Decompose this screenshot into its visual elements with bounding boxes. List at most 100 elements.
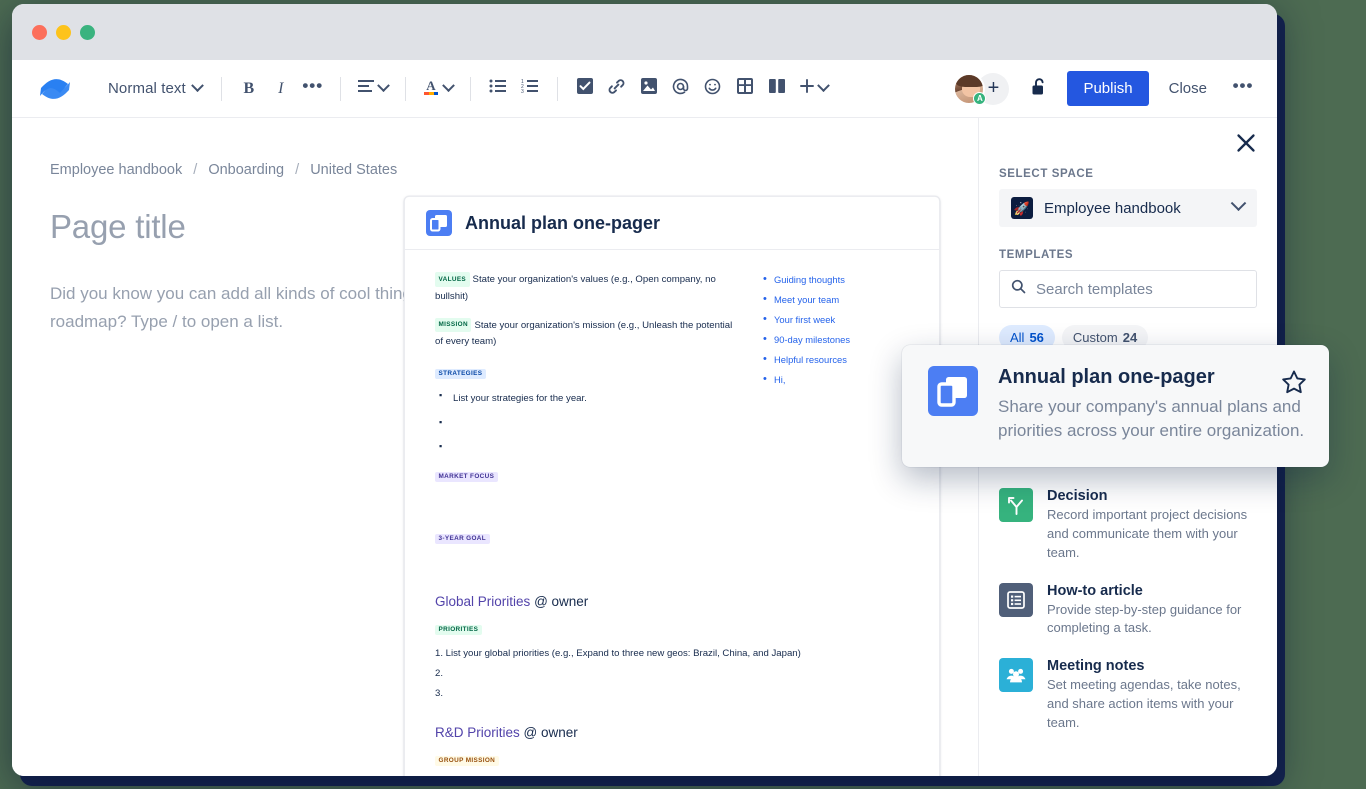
- text-style-label: Normal text: [108, 80, 186, 97]
- template-item-how-to-article[interactable]: How-to article Provide step-by-step guid…: [999, 583, 1257, 639]
- image-button[interactable]: [633, 73, 665, 105]
- close-icon[interactable]: [1233, 130, 1259, 156]
- image-icon: [641, 78, 657, 99]
- list-item: 90-day milestones: [763, 335, 913, 344]
- toolbar-divider: [557, 77, 558, 101]
- selected-space-name: Employee handbook: [1044, 200, 1222, 217]
- rnd-priorities-owner: @ owner: [524, 725, 578, 740]
- mission-text: State your organization's mission (e.g.,…: [435, 320, 732, 348]
- rnd-priorities-heading: R&D Priorities @ owner: [435, 725, 917, 740]
- breadcrumb-item-space[interactable]: Employee handbook: [50, 162, 182, 178]
- link-button[interactable]: [601, 73, 633, 105]
- list-item: Meet your team: [763, 295, 913, 304]
- publish-button[interactable]: Publish: [1067, 71, 1148, 106]
- align-left-icon: [358, 79, 374, 98]
- confluence-logo-icon[interactable]: [38, 74, 72, 104]
- text-style-dropdown[interactable]: Normal text: [98, 73, 210, 105]
- breadcrumb-separator: /: [193, 162, 197, 178]
- window-titlebar: [12, 4, 1277, 60]
- emoji-button[interactable]: [697, 73, 729, 105]
- restrictions-button[interactable]: [1023, 73, 1055, 105]
- list-item: Hi,: [763, 375, 913, 384]
- text-color-dropdown[interactable]: A: [417, 73, 459, 105]
- toolbar-divider: [221, 77, 222, 101]
- layout-icon: [769, 78, 785, 99]
- breadcrumb-item-onboarding[interactable]: Onboarding: [208, 162, 284, 178]
- bullet-list-button[interactable]: [482, 73, 514, 105]
- task-list-button[interactable]: [569, 73, 601, 105]
- how-to-list-icon: [999, 583, 1033, 617]
- preview-rnd-priorities-section: R&D Priorities @ owner GROUP MISSION Add…: [435, 725, 917, 776]
- avatar-status-badge: A: [973, 92, 986, 105]
- list-item: Guiding thoughts: [763, 275, 913, 284]
- list-item: Helpful resources: [763, 355, 913, 364]
- search-input[interactable]: [1036, 281, 1245, 298]
- strategies-lozenge: STRATEGIES: [435, 369, 486, 379]
- mention-button[interactable]: [665, 73, 697, 105]
- tooltip-title: Annual plan one-pager: [998, 366, 1307, 389]
- link-icon: [608, 78, 625, 100]
- space-select-dropdown[interactable]: 🚀 Employee handbook: [999, 189, 1257, 227]
- preview-three-year-goal-block: 3-YEAR GOAL: [435, 530, 735, 548]
- star-outline-icon[interactable]: [1281, 369, 1307, 395]
- filter-pill-label: All: [1010, 330, 1024, 345]
- chevron-down-icon: [193, 84, 202, 93]
- three-year-goal-lozenge: 3-YEAR GOAL: [435, 534, 490, 544]
- page-body-text[interactable]: Did you know you can add all kinds of co…: [50, 280, 445, 335]
- breadcrumb-item-united-states[interactable]: United States: [310, 162, 397, 178]
- italic-label: I: [278, 80, 283, 98]
- list-item: 1. List your global priorities (e.g., Ex…: [435, 648, 917, 659]
- document-editor[interactable]: Employee handbook / Onboarding / United …: [12, 118, 978, 776]
- tooltip-text-block: Annual plan one-pager Share your company…: [998, 366, 1307, 443]
- global-priorities-heading: Global Priorities @ owner: [435, 594, 917, 609]
- group-mission-lozenge: GROUP MISSION: [435, 756, 499, 766]
- toolbar-right-group: A + Publish Close •••: [953, 71, 1259, 106]
- insert-more-dropdown[interactable]: [793, 73, 834, 105]
- template-preview-card: Annual plan one-pager VALUESState your o…: [404, 196, 940, 776]
- preview-market-focus-block: MARKET FOCUS: [435, 468, 735, 486]
- template-hover-tooltip: Annual plan one-pager Share your company…: [902, 345, 1329, 467]
- breadcrumb: Employee handbook / Onboarding / United …: [50, 162, 978, 178]
- layout-button[interactable]: [761, 73, 793, 105]
- templates-label: TEMPLATES: [999, 249, 1257, 261]
- svg-text:A: A: [426, 78, 436, 93]
- bold-button[interactable]: B: [233, 73, 265, 105]
- more-options-button[interactable]: •••: [1227, 73, 1259, 105]
- more-formatting-button[interactable]: •••: [297, 73, 329, 105]
- ellipsis-icon: •••: [302, 86, 323, 92]
- filter-pill-count: 24: [1123, 330, 1137, 345]
- list-item: List your strategies for the year.: [435, 393, 735, 404]
- template-item-meeting-notes[interactable]: Meeting notes Set meeting agendas, take …: [999, 658, 1257, 733]
- chevron-down-icon: [1233, 202, 1245, 214]
- list-item: [435, 444, 735, 452]
- window-minimize-button[interactable]: [56, 25, 71, 40]
- close-editor-button[interactable]: Close: [1157, 71, 1219, 106]
- template-item-text: Decision Record important project decisi…: [1047, 488, 1257, 563]
- text-color-icon: A: [423, 78, 439, 100]
- toolbar-divider: [405, 77, 406, 101]
- template-description: Record important project decisions and c…: [1047, 506, 1257, 563]
- window-maximize-button[interactable]: [80, 25, 95, 40]
- alignment-dropdown[interactable]: [352, 73, 394, 105]
- template-description: Provide step-by-step guidance for comple…: [1047, 601, 1257, 639]
- annual-plan-template-icon: [928, 366, 978, 416]
- table-button[interactable]: [729, 73, 761, 105]
- template-preview-title: Annual plan one-pager: [465, 213, 660, 234]
- italic-button[interactable]: I: [265, 73, 297, 105]
- numbered-list-button[interactable]: 1 2 3: [514, 73, 546, 105]
- preview-values-paragraph: VALUESState your organization's values (…: [435, 272, 735, 306]
- preview-columns: VALUESState your organization's values (…: [435, 272, 917, 548]
- template-name: How-to article: [1047, 583, 1257, 599]
- template-item-decision[interactable]: Decision Record important project decisi…: [999, 488, 1257, 563]
- search-templates-field[interactable]: [999, 270, 1257, 308]
- filter-pill-count: 56: [1029, 330, 1043, 345]
- template-preview-header: Annual plan one-pager: [405, 197, 939, 250]
- list-item: [435, 420, 735, 428]
- emoji-icon: [704, 78, 721, 100]
- market-focus-lozenge: MARKET FOCUS: [435, 472, 498, 482]
- window-close-button[interactable]: [32, 25, 47, 40]
- preview-strategies-block: STRATEGIES List your strategies for the …: [435, 365, 735, 452]
- rnd-priorities-title: R&D Priorities: [435, 725, 520, 740]
- toolbar-divider: [340, 77, 341, 101]
- select-space-label: SELECT SPACE: [999, 168, 1257, 180]
